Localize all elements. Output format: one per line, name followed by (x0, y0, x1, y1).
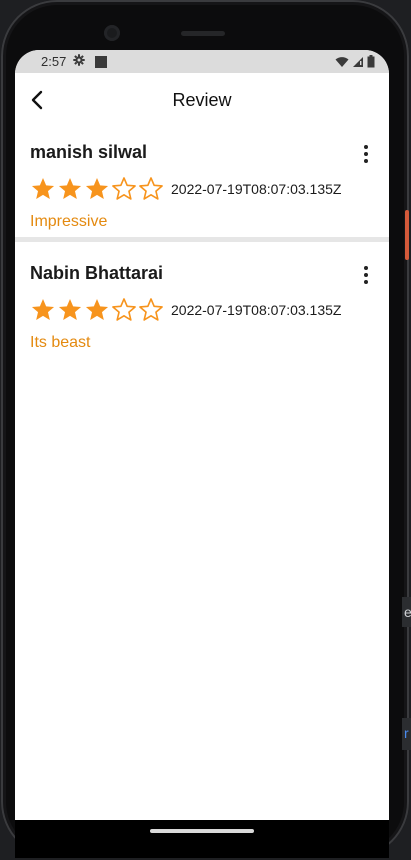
review-menu-button[interactable] (358, 144, 374, 164)
reviewer-name: Nabin Bhattarai (30, 263, 164, 283)
star-outline-icon (111, 297, 137, 323)
review-text: Its beast (30, 334, 91, 351)
status-indicators (335, 55, 375, 68)
reviewer-name: manish silwal (30, 142, 148, 162)
review-card: manish silwal 2022-07-19T08:07:03.135Z I… (15, 142, 389, 237)
star-outline-icon (138, 176, 164, 202)
review-date: 2022-07-19T08:07:03.135Z (171, 181, 342, 197)
review-menu-button[interactable] (358, 265, 374, 285)
front-camera (104, 25, 120, 41)
star-filled-icon (57, 297, 83, 323)
star-filled-icon (30, 176, 56, 202)
star-outline-icon (138, 297, 164, 323)
signal-icon (353, 56, 363, 67)
review-text: Impressive (30, 213, 108, 230)
status-time: 2:57 (41, 54, 67, 69)
star-rating (30, 176, 164, 202)
ide-fragment-b: r (404, 725, 409, 741)
star-filled-icon (57, 176, 83, 202)
star-filled-icon (30, 297, 56, 323)
star-filled-icon (84, 297, 110, 323)
star-filled-icon (84, 176, 110, 202)
wifi-icon (335, 56, 349, 67)
side-button (405, 210, 409, 260)
ide-strip-top: e (402, 597, 411, 627)
star-rating (30, 297, 164, 323)
navigation-bar (15, 820, 389, 858)
star-outline-icon (111, 176, 137, 202)
review-date: 2022-07-19T08:07:03.135Z (171, 302, 342, 318)
battery-icon (367, 55, 375, 68)
home-indicator[interactable] (150, 829, 254, 833)
gear-icon (73, 54, 85, 69)
earpiece-speaker (181, 31, 225, 36)
more-vert-icon (364, 145, 368, 149)
app-screen: 2:57 Review manish silwal 2022-07-19T08:… (15, 50, 389, 842)
ide-strip-bottom: r (402, 718, 411, 750)
divider (15, 237, 389, 242)
ide-fragment-a: e (404, 604, 411, 620)
review-card: Nabin Bhattarai 2022-07-19T08:07:03.135Z… (15, 263, 389, 358)
status-bar: 2:57 (15, 50, 389, 73)
app-bar: Review (15, 73, 389, 127)
more-vert-icon (364, 266, 368, 270)
square-notification-icon (95, 56, 107, 68)
page-title: Review (172, 90, 232, 110)
